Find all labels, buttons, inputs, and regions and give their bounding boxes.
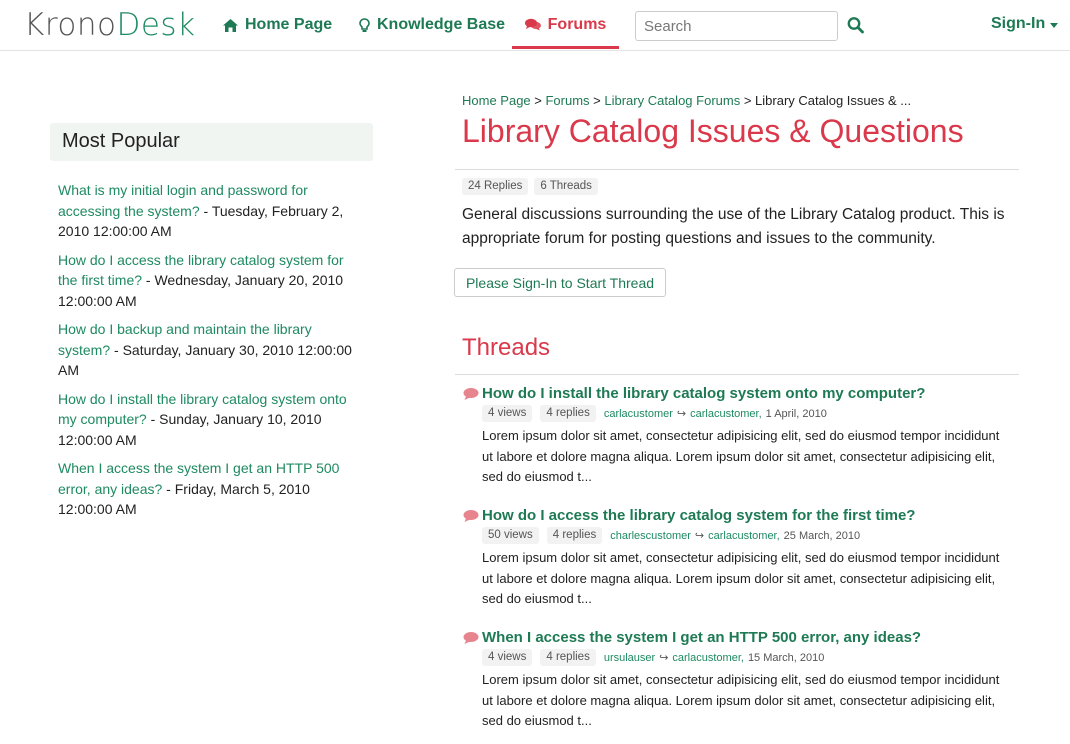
last-reply-author-link[interactable]: carlacustomer, (690, 408, 762, 420)
search-icon[interactable] (847, 16, 865, 36)
divider (455, 169, 1019, 170)
replies-badge: 4 replies (546, 527, 603, 544)
thread-title-text: When I access the system I get an HTTP 5… (482, 629, 922, 646)
thread-excerpt: Lorem ipsum dolor sit amet, consectetur … (482, 672, 1000, 728)
breadcrumb-separator: > (530, 93, 546, 108)
breadcrumb-forums[interactable]: Forums (545, 93, 589, 108)
thread-author-link[interactable]: charlescustomer (610, 530, 691, 542)
reply-arrow-icon: ↪ (676, 408, 687, 420)
thread-item: How do I install the library catalog sys… (463, 385, 1023, 488)
most-popular-heading: Most Popular (50, 123, 373, 161)
thread-date: 1 April, 2010 (765, 407, 827, 420)
breadcrumb-separator: > (740, 93, 756, 108)
breadcrumb: Home Page > Forums > Library Catalog For… (462, 93, 911, 108)
thread-title-link[interactable]: How do I access the library catalog syst… (463, 507, 1023, 524)
thread-date: 25 March, 2010 (783, 529, 861, 542)
thread-title-link[interactable]: How do I install the library catalog sys… (463, 385, 1023, 402)
comments-icon (524, 18, 541, 31)
nav-knowledge-base[interactable]: Knowledge Base (359, 0, 505, 50)
threads-heading: Threads (462, 334, 551, 361)
list-item: How do I access the library catalog syst… (58, 250, 358, 312)
thread-meta: 50 views 4 replies charlescustomer ↪ car… (482, 527, 1023, 544)
caret-down-icon (1050, 22, 1059, 28)
thread-title-link[interactable]: When I access the system I get an HTTP 5… (463, 629, 1023, 646)
home-icon (223, 18, 238, 32)
thread-item: When I access the system I get an HTTP 5… (463, 629, 1023, 732)
sign-in-label: Sign-In (991, 15, 1046, 32)
thread-title-text: How do I access the library catalog syst… (482, 507, 916, 524)
search-input[interactable] (635, 11, 838, 41)
thread-author-link[interactable]: carlacustomer (604, 408, 673, 420)
thread-excerpt: Lorem ipsum dolor sit amet, consectetur … (482, 428, 1000, 484)
comment-bubble-icon (463, 387, 479, 401)
list-item: What is my initial login and password fo… (58, 180, 358, 242)
nav-forums[interactable]: Forums (512, 0, 619, 49)
sign-in-dropdown[interactable]: Sign-In (991, 15, 1059, 33)
threads-count-badge: 6 Threads (534, 178, 598, 195)
reply-arrow-icon: ↪ (694, 530, 705, 542)
page-title: Library Catalog Issues & Questions (462, 113, 964, 149)
replies-badge: 4 replies (540, 649, 596, 666)
views-badge: 4 views (482, 649, 533, 666)
comment-bubble-icon (463, 631, 479, 645)
comment-bubble-icon (463, 509, 479, 523)
logo-text-desk: Desk (116, 7, 196, 43)
breadcrumb-current: Library Catalog Issues & ... (755, 93, 912, 108)
thread-date: 15 March, 2010 (747, 651, 825, 664)
most-popular-list: What is my initial login and password fo… (58, 180, 358, 528)
last-reply-author-link[interactable]: carlacustomer, (672, 652, 744, 664)
kronodesk-logo[interactable]: Krono Desk (24, 5, 196, 45)
divider (455, 374, 1019, 375)
thread-meta: 4 views 4 replies carlacustomer ↪ carlac… (482, 405, 1023, 422)
list-item: How do I install the library catalog sys… (58, 389, 358, 451)
views-badge: 4 views (482, 405, 533, 422)
breadcrumb-separator: > (589, 93, 605, 108)
replies-count-badge: 24 Replies (462, 178, 529, 195)
forum-stats: 24 Replies 6 Threads (462, 178, 598, 195)
breadcrumb-home[interactable]: Home Page (462, 93, 531, 108)
thread-meta: 4 views 4 replies ursulauser ↪ carlacust… (482, 649, 1023, 666)
nav-home-page[interactable]: Home Page (223, 0, 332, 50)
list-item: When I access the system I get an HTTP 5… (58, 458, 358, 520)
nav-knowledge-base-label: Knowledge Base (377, 16, 506, 33)
thread-item: How do I access the library catalog syst… (463, 507, 1023, 610)
thread-title-text: How do I install the library catalog sys… (482, 385, 926, 402)
list-item: How do I backup and maintain the library… (58, 319, 358, 381)
nav-forums-label: Forums (547, 15, 607, 33)
thread-author-link[interactable]: ursulauser (604, 652, 655, 664)
last-reply-author-link[interactable]: carlacustomer, (708, 530, 780, 542)
breadcrumb-catalog-forums[interactable]: Library Catalog Forums (604, 93, 740, 108)
start-thread-button[interactable]: Please Sign-In to Start Thread (454, 268, 666, 297)
logo-text-krono: Krono (24, 7, 117, 43)
top-navbar: Krono Desk Home Page Knowledge Base Forum… (0, 0, 1070, 51)
reply-arrow-icon: ↪ (659, 652, 669, 664)
nav-home-label: Home Page (245, 16, 333, 33)
lightbulb-icon (359, 17, 370, 33)
replies-badge: 4 replies (540, 405, 596, 422)
forum-description: General discussions surrounding the use … (462, 206, 1005, 247)
views-badge: 50 views (482, 527, 539, 544)
thread-excerpt: Lorem ipsum dolor sit amet, consectetur … (482, 550, 1000, 606)
